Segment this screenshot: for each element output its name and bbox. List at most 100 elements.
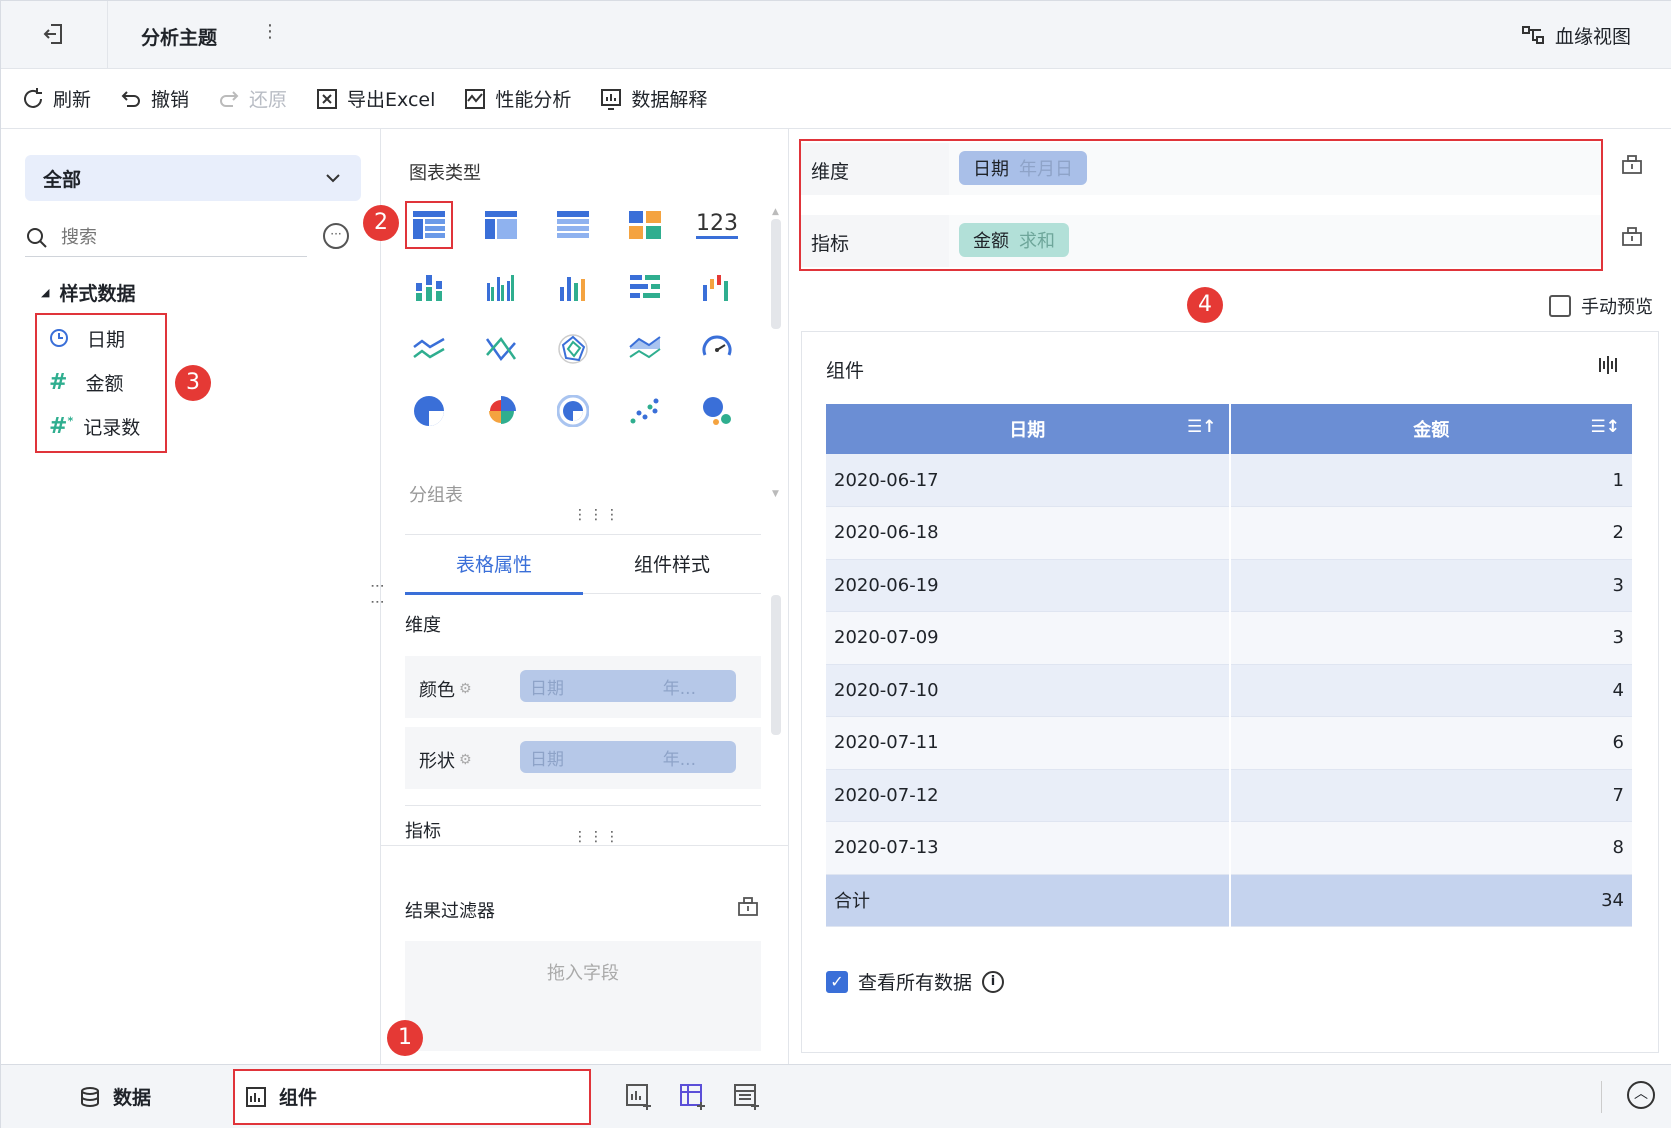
detail-table-chart-icon[interactable]: [549, 201, 597, 249]
data-tab[interactable]: 数据: [79, 1083, 151, 1110]
cross-table-chart-icon[interactable]: [477, 201, 525, 249]
chevron-up-icon[interactable]: ︿: [1627, 1081, 1655, 1109]
field-label: 日期: [87, 328, 126, 351]
excel-icon: [317, 88, 338, 109]
number-icon-text: 123: [696, 211, 738, 239]
undo-button[interactable]: 撤销: [119, 85, 189, 112]
table-row: 2020-07-11 6: [826, 716, 1634, 770]
line-chart-icon[interactable]: [405, 325, 453, 373]
scatter-chart-icon[interactable]: [621, 387, 669, 435]
settings-gear-icon[interactable]: ⚙: [459, 752, 472, 768]
manual-preview-toggle[interactable]: 手动预览: [1549, 293, 1653, 319]
manual-preview-checkbox[interactable]: [1549, 295, 1571, 317]
date-cell: 2020-06-17: [826, 454, 1231, 507]
sort-icon[interactable]: ☰↕: [1591, 417, 1620, 437]
kpi-card-chart-icon[interactable]: [621, 201, 669, 249]
table-row: 2020-07-13 8: [826, 821, 1634, 875]
view-all-data-toggle[interactable]: ✓ 查看所有数据 i: [826, 968, 1005, 995]
shape-field-pill[interactable]: 日期 年...: [520, 741, 736, 773]
redo-button[interactable]: 还原: [217, 85, 287, 112]
horizontal-bar-chart-icon[interactable]: [621, 263, 669, 311]
view-all-data-checkbox[interactable]: ✓: [826, 970, 848, 993]
data-table: 日期 ☰↑ 金额 ☰↕ 2020-06-17 1 2020-06-18 2 2020…: [826, 404, 1634, 927]
resize-handle-icon[interactable]: ⋮⋮⋮: [573, 507, 621, 523]
pill-field-name: 日期: [530, 749, 564, 770]
scope-dropdown[interactable]: 全部: [25, 155, 361, 201]
column-header-label: 金额: [1413, 420, 1450, 441]
redo-label: 还原: [249, 89, 288, 111]
lineage-icon: [1522, 26, 1544, 44]
total-label-cell: 合计: [826, 874, 1231, 927]
config-tabs: 表格属性 组件样式: [405, 534, 761, 595]
filter-settings-icon[interactable]: [737, 895, 759, 922]
toolbar: 刷新 撤销 还原 导出Excel 性能分析 数据解释: [1, 69, 1671, 129]
column-chart-icon[interactable]: [549, 263, 597, 311]
field-item-record-count[interactable]: #* 记录数: [49, 411, 140, 441]
parallel-line-chart-icon[interactable]: [477, 325, 525, 373]
grouped-table-chart-icon[interactable]: [405, 201, 453, 249]
add-cross-table-icon[interactable]: [679, 1083, 707, 1111]
color-field-pill[interactable]: 日期 年...: [520, 670, 736, 702]
scope-value: 全部: [43, 168, 82, 191]
property-scrollbar[interactable]: [771, 575, 781, 815]
column-settings-icon[interactable]: [1598, 354, 1620, 381]
exit-icon[interactable]: [41, 21, 69, 49]
chart-icon: [246, 1086, 266, 1107]
tab-table-properties[interactable]: 表格属性: [405, 535, 583, 595]
shape-label: 形状 ⚙: [419, 747, 472, 773]
stacked-bar-chart-icon[interactable]: [405, 263, 453, 311]
column-header-amount[interactable]: 金额 ☰↕: [1229, 404, 1634, 454]
measure-shelf-settings-icon[interactable]: [1621, 225, 1643, 252]
field-group-header[interactable]: ◢ 样式数据: [41, 279, 135, 306]
rose-chart-icon[interactable]: [477, 387, 525, 435]
refresh-button[interactable]: 刷新: [21, 85, 91, 112]
search-input[interactable]: [61, 227, 281, 248]
shelf-highlight-box: [799, 139, 1603, 271]
chart-config-panel: 图表类型 123 ▲ ▼ 分组表 ⋮⋮⋮ 表格属性 组件样式 维度 颜色 ⚙ 日…: [381, 129, 789, 1064]
chart-type-scroll-thumb[interactable]: [771, 219, 781, 329]
lineage-view-button[interactable]: 血缘视图: [1521, 21, 1631, 49]
manual-preview-label: 手动预览: [1581, 297, 1653, 318]
redo-icon: [220, 90, 239, 107]
export-excel-button[interactable]: 导出Excel: [315, 85, 435, 112]
divider: [405, 805, 761, 806]
multi-level-pie-icon[interactable]: [549, 387, 597, 435]
area-chart-icon[interactable]: [621, 325, 669, 373]
gauge-chart-icon[interactable]: [693, 325, 741, 373]
lineage-label: 血缘视图: [1555, 25, 1632, 48]
number-chart-icon[interactable]: 123: [693, 201, 741, 249]
field-item-date[interactable]: 日期: [49, 323, 125, 353]
data-explain-button[interactable]: 数据解释: [599, 85, 707, 112]
amount-cell: 4: [1229, 664, 1634, 717]
add-detail-table-icon[interactable]: [733, 1083, 761, 1111]
waterfall-chart-icon[interactable]: [693, 263, 741, 311]
more-vertical-icon[interactable]: ⋮: [261, 21, 279, 42]
column-header-date[interactable]: 日期 ☰↑: [826, 404, 1231, 454]
hash-star-icon: #*: [49, 413, 74, 439]
pill-field-name: 日期: [530, 678, 564, 699]
panel-resize-handle-icon[interactable]: ⋮⋮: [369, 579, 385, 611]
drop-hint: 拖入字段: [547, 963, 619, 984]
pie-chart-icon[interactable]: [405, 387, 453, 435]
grouped-bar-chart-icon[interactable]: [477, 263, 525, 311]
settings-gear-icon[interactable]: ⚙: [459, 681, 472, 697]
search-icon: [27, 227, 47, 248]
filter-drop-zone[interactable]: 拖入字段: [405, 941, 761, 1051]
date-cell: 2020-07-09: [826, 611, 1231, 665]
collapse-triangle-icon: ◢: [41, 286, 50, 299]
bubble-chart-icon[interactable]: [693, 387, 741, 435]
perf-analysis-button[interactable]: 性能分析: [463, 85, 571, 112]
info-icon[interactable]: i: [982, 970, 1005, 993]
dimension-shelf-settings-icon[interactable]: [1621, 153, 1643, 180]
tab-component-style[interactable]: 组件样式: [583, 535, 761, 595]
dimension-section-label: 维度: [405, 615, 441, 636]
resize-handle-icon[interactable]: ⋮⋮⋮: [573, 829, 621, 845]
amount-cell: 7: [1229, 769, 1634, 822]
add-chart-icon[interactable]: [625, 1083, 653, 1111]
component-tab[interactable]: 组件: [233, 1069, 591, 1125]
sort-icon[interactable]: ☰↑: [1187, 417, 1216, 437]
radar-chart-icon[interactable]: [549, 325, 597, 373]
more-options-icon[interactable]: ···: [323, 223, 349, 249]
field-item-amount[interactable]: # 金额: [49, 367, 123, 397]
field-list: 日期 # 金额 #* 记录数: [35, 313, 167, 453]
